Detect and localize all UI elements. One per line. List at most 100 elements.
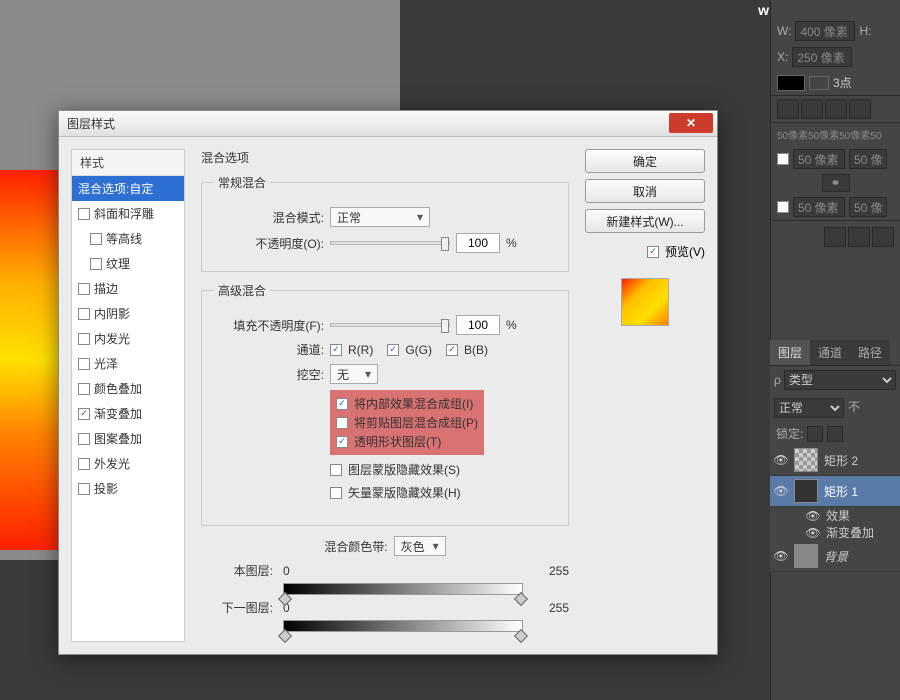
corner-b-input[interactable] [849,149,887,169]
layer-fx-row[interactable]: 👁 效果 [770,507,900,524]
corner-a-input[interactable] [793,149,845,169]
x-row: X: [771,44,900,70]
opacity-input[interactable] [456,233,500,253]
style-texture[interactable]: 纹理 [72,251,184,276]
checkbox[interactable] [78,283,90,295]
tab-channels[interactable]: 通道 [810,340,850,365]
checkbox[interactable] [78,333,90,345]
style-drop-shadow[interactable]: 投影 [72,476,184,501]
checkbox[interactable] [78,358,90,370]
panel-action-3[interactable] [872,227,894,247]
layer-background[interactable]: 👁 背景 [770,541,900,572]
blend-mode-select[interactable]: 正常 [330,207,430,227]
under-max: 255 [549,601,569,615]
ramp-marker-white[interactable] [514,629,528,643]
channel-r[interactable]: R(R) [330,343,373,357]
corner-cb-c[interactable] [777,201,789,213]
style-contour[interactable]: 等高线 [72,226,184,251]
visibility-icon[interactable]: 👁 [806,526,820,540]
tab-paths[interactable]: 路径 [850,340,890,365]
blend-if-select[interactable]: 灰色 [394,536,446,556]
fill-opacity-slider[interactable] [330,323,450,327]
vector-mask-hides-cb[interactable]: 矢量蒙版隐藏效果(H) [330,484,484,501]
blend-interior-cb[interactable]: 将内部效果混合成组(I) [336,395,478,412]
close-button[interactable]: ✕ [669,113,713,133]
ok-button[interactable]: 确定 [585,149,705,173]
style-outer-glow[interactable]: 外发光 [72,451,184,476]
style-blending-options[interactable]: 混合选项:自定 [72,176,184,201]
lock-label: 锁定: [776,425,803,442]
h-label: H: [859,24,871,38]
layer-fx-gradient[interactable]: 👁 渐变叠加 [770,524,900,541]
panel-action-1[interactable] [824,227,846,247]
this-layer-label: 本图层: [201,562,273,579]
layer-name: 背景 [824,548,848,565]
checkbox[interactable] [647,246,659,258]
style-satin[interactable]: 光泽 [72,351,184,376]
checkbox[interactable] [78,483,90,495]
layer-blend-select[interactable]: 正常 [774,398,844,418]
corner-cb-a[interactable] [777,153,789,165]
transparency-shapes-cb[interactable]: 透明形状图层(T) [336,433,478,450]
stroke-type-btn[interactable] [777,99,799,119]
style-color-overlay[interactable]: 颜色叠加 [72,376,184,401]
style-inner-shadow[interactable]: 内阴影 [72,301,184,326]
new-style-button[interactable]: 新建样式(W)... [585,209,705,233]
style-bevel[interactable]: 斜面和浮雕 [72,201,184,226]
link-corners-btn[interactable]: ⚭ [822,174,850,192]
layer-rect1[interactable]: 👁 矩形 1 [770,476,900,507]
dialog-titlebar[interactable]: 图层样式 ✕ [59,111,717,137]
checkbox[interactable] [78,458,90,470]
checkbox[interactable] [90,233,102,245]
x-input[interactable] [792,47,852,67]
checkbox[interactable] [78,408,90,420]
cap-btn[interactable] [801,99,823,119]
fill-swatch[interactable] [777,75,805,91]
style-list: 样式 混合选项:自定 斜面和浮雕 等高线 纹理 描边 内阴影 内发光 光泽 颜色… [71,149,185,642]
channel-b[interactable]: B(B) [446,343,488,357]
checkbox[interactable] [78,383,90,395]
filter-select[interactable]: 类型 [784,370,896,390]
panel-tabs: 图层 通道 路径 [770,340,900,366]
layer-mask-hides-cb[interactable]: 图层蒙版隐藏效果(S) [330,461,484,478]
tab-layers[interactable]: 图层 [770,340,810,365]
ramp-marker-black[interactable] [278,629,292,643]
checkbox[interactable] [78,308,90,320]
lock-pixels-icon[interactable] [807,426,823,442]
preview-swatch [621,278,669,326]
panel-action-2[interactable] [848,227,870,247]
visibility-icon[interactable]: 👁 [806,509,820,523]
w-input[interactable] [795,21,855,41]
visibility-icon[interactable]: 👁 [774,484,788,498]
checkbox[interactable] [78,433,90,445]
opacity-slider[interactable] [330,241,450,245]
general-legend: 常规混合 [214,174,270,191]
layer-blend-row: 正常 不 [770,394,900,422]
corner-d-input[interactable] [849,197,887,217]
stroke-align[interactable] [809,76,829,90]
checkbox[interactable] [78,208,90,220]
blend-clipped-cb[interactable]: 将剪贴图层混合成组(P) [336,414,478,431]
this-layer-ramp[interactable] [283,583,523,595]
layer-filter-row: ρ 类型 [770,366,900,394]
channels-label: 通道: [214,341,324,358]
cancel-button[interactable]: 取消 [585,179,705,203]
join-btn[interactable] [825,99,847,119]
visibility-icon[interactable]: 👁 [774,453,788,467]
checkbox[interactable] [90,258,102,270]
knockout-select[interactable]: 无 [330,364,378,384]
style-stroke[interactable]: 描边 [72,276,184,301]
style-gradient-overlay[interactable]: 渐变叠加 [72,401,184,426]
stroke-more-btn[interactable] [849,99,871,119]
layer-rect2[interactable]: 👁 矩形 2 [770,445,900,476]
channel-g[interactable]: G(G) [387,343,432,357]
lock-position-icon[interactable] [827,426,843,442]
lock-row: 锁定: [770,422,900,445]
corner-c-input[interactable] [793,197,845,217]
under-layer-ramp[interactable] [283,620,523,632]
style-pattern-overlay[interactable]: 图案叠加 [72,426,184,451]
style-inner-glow[interactable]: 内发光 [72,326,184,351]
fill-opacity-input[interactable] [456,315,500,335]
preview-checkbox[interactable]: 预览(V) [585,243,705,260]
visibility-icon[interactable]: 👁 [774,549,788,563]
